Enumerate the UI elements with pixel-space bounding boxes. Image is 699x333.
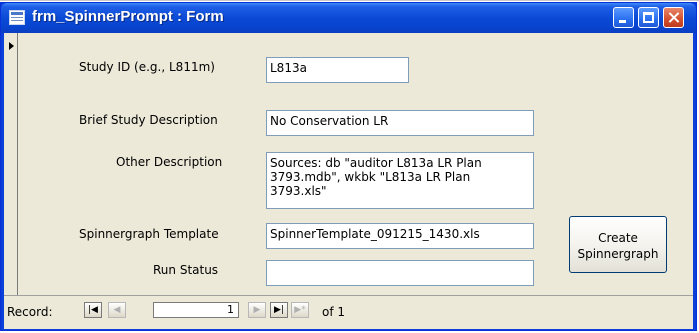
form-icon[interactable]: [9, 10, 25, 25]
record-navigation-bar: Record: |◀ ◀ 1 ▶ ▶| ▶* of 1: [4, 295, 693, 329]
brief-description-label: Brief Study Description: [79, 113, 218, 127]
study-id-input[interactable]: L813a: [266, 57, 409, 83]
first-record-button[interactable]: |◀: [84, 302, 102, 318]
brief-description-input[interactable]: No Conservation LR: [266, 110, 534, 136]
new-record-button[interactable]: ▶*: [291, 302, 309, 318]
record-label: Record:: [7, 305, 53, 319]
create-button-line-1: Create: [598, 231, 638, 245]
next-record-button[interactable]: ▶: [248, 302, 266, 318]
window-title: frm_SpinnerPrompt : Form: [32, 8, 224, 25]
other-description-line-3: 3793.xls": [270, 184, 327, 198]
create-button-line-2: Spinnergraph: [577, 247, 659, 261]
minimize-button[interactable]: [613, 7, 634, 28]
top-separator: [0, 0, 699, 1]
last-record-button[interactable]: ▶|: [270, 302, 288, 318]
other-description-label: Other Description: [116, 155, 223, 169]
other-description-line-1: Sources: db "auditor L813a LR Plan: [270, 156, 482, 170]
record-selector[interactable]: [4, 33, 18, 295]
other-description-line-2: 3793.mdb", wkbk "L813a LR Plan: [270, 170, 471, 184]
run-status-label: Run Status: [153, 263, 219, 277]
previous-record-button[interactable]: ◀: [108, 302, 126, 318]
record-of-text: of: [322, 305, 334, 319]
form-window: frm_SpinnerPrompt : Form Study ID (e.g.,…: [0, 2, 697, 331]
record-count: of 1: [322, 305, 345, 319]
study-id-label: Study ID (e.g., L811m): [79, 60, 215, 74]
create-spinnergraph-button[interactable]: Create Spinnergraph: [569, 216, 667, 273]
template-input[interactable]: SpinnerTemplate_091215_1430.xls: [266, 223, 534, 249]
title-bar[interactable]: frm_SpinnerPrompt : Form: [1, 3, 696, 33]
close-button[interactable]: [663, 7, 684, 28]
current-record-arrow-icon: [9, 42, 14, 50]
form-body: Study ID (e.g., L811m) L813a Brief Study…: [4, 33, 693, 295]
other-description-textarea[interactable]: Sources: db "auditor L813a LR Plan 3793.…: [266, 152, 534, 209]
template-label: Spinnergraph Template: [79, 227, 219, 241]
run-status-input[interactable]: [266, 260, 534, 286]
record-total: 1: [337, 305, 346, 319]
maximize-button[interactable]: [638, 7, 659, 28]
current-record-input[interactable]: 1: [153, 302, 239, 318]
